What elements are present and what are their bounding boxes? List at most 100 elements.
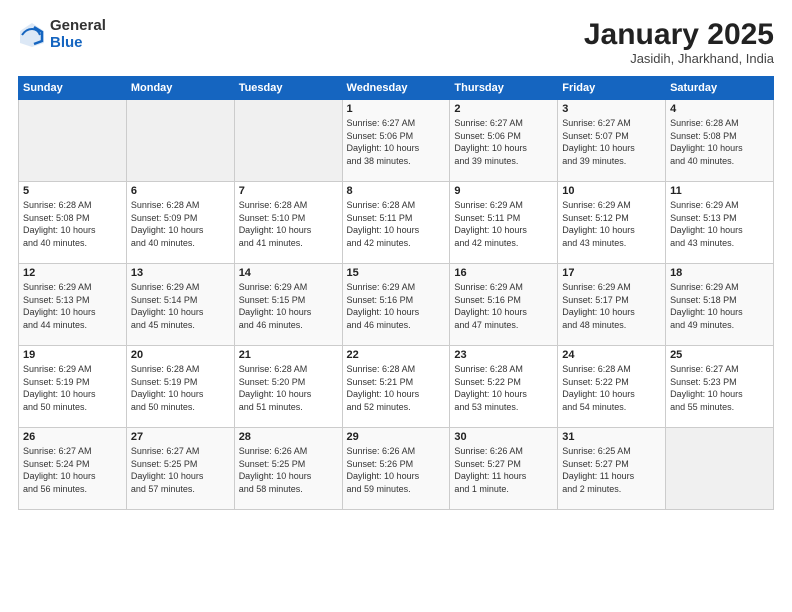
title-block: January 2025 Jasidih, Jharkhand, India <box>584 18 774 66</box>
calendar-cell-w4-d1: 20 Sunrise: 6:28 AM Sunset: 5:19 PM Dayli… <box>126 346 234 428</box>
day-number: 17 <box>562 267 661 279</box>
day-number: 1 <box>347 103 446 115</box>
day-number: 28 <box>239 431 338 443</box>
calendar-cell-w3-d1: 13Sunrise: 6:29 AM Sunset: 5:14 PM Dayli… <box>126 264 234 346</box>
day-info: Sunrise: 6:29 AM Sunset: 5:13 PM Dayligh… <box>670 199 769 249</box>
day-number: 8 <box>347 185 446 197</box>
day-number: 27 <box>131 431 230 443</box>
day-info: Sunrise: 6:28 AM Sunset: 5:22 PM Dayligh… <box>562 363 661 413</box>
day-info: Sunrise: 6:26 AM Sunset: 5:27 PM Dayligh… <box>454 445 553 495</box>
day-number: 12 <box>23 267 122 279</box>
day-number: 13 <box>131 267 230 279</box>
day-info: Sunrise: 6:28 AM Sunset: 5:21 PM Dayligh… <box>347 363 446 413</box>
header: General Blue January 2025 Jasidih, Jhark… <box>18 18 774 66</box>
day-info: Sunrise: 6:27 AM Sunset: 5:25 PM Dayligh… <box>131 445 230 495</box>
day-info: Sunrise: 6:28 AM Sunset: 5:09 PM Dayligh… <box>131 199 230 249</box>
day-info: Sunrise: 6:27 AM Sunset: 5:06 PM Dayligh… <box>347 117 446 167</box>
day-info: Sunrise: 6:29 AM Sunset: 5:17 PM Dayligh… <box>562 281 661 331</box>
calendar-cell-w2-d2: 7 Sunrise: 6:28 AM Sunset: 5:10 PM Daylig… <box>234 182 342 264</box>
day-number: 26 <box>23 431 122 443</box>
day-number: 14 <box>239 267 338 279</box>
page: General Blue January 2025 Jasidih, Jhark… <box>0 0 792 612</box>
day-info: Sunrise: 6:29 AM Sunset: 5:15 PM Dayligh… <box>239 281 338 331</box>
day-info: Sunrise: 6:28 AM Sunset: 5:08 PM Dayligh… <box>23 199 122 249</box>
day-number: 6 <box>131 185 230 197</box>
calendar-cell-w5-d6 <box>666 428 774 510</box>
day-number: 4 <box>670 103 769 115</box>
day-number: 15 <box>347 267 446 279</box>
calendar-cell-w4-d6: 25Sunrise: 6:27 AM Sunset: 5:23 PM Dayli… <box>666 346 774 428</box>
calendar-cell-w5-d4: 30 Sunrise: 6:26 AM Sunset: 5:27 PM Dayli… <box>450 428 558 510</box>
day-number: 31 <box>562 431 661 443</box>
col-sunday: Sunday <box>19 77 127 100</box>
day-info: Sunrise: 6:28 AM Sunset: 5:10 PM Dayligh… <box>239 199 338 249</box>
day-number: 21 <box>239 349 338 361</box>
day-info: Sunrise: 6:27 AM Sunset: 5:07 PM Dayligh… <box>562 117 661 167</box>
calendar-cell-w2-d1: 6 Sunrise: 6:28 AM Sunset: 5:09 PM Daylig… <box>126 182 234 264</box>
calendar-cell-w5-d5: 31 Sunrise: 6:25 AM Sunset: 5:27 PM Dayli… <box>558 428 666 510</box>
calendar-cell-w5-d0: 26 Sunrise: 6:27 AM Sunset: 5:24 PM Dayli… <box>19 428 127 510</box>
col-wednesday: Wednesday <box>342 77 450 100</box>
day-number: 18 <box>670 267 769 279</box>
day-info: Sunrise: 6:28 AM Sunset: 5:08 PM Dayligh… <box>670 117 769 167</box>
day-number: 30 <box>454 431 553 443</box>
day-number: 16 <box>454 267 553 279</box>
col-monday: Monday <box>126 77 234 100</box>
day-info: Sunrise: 6:29 AM Sunset: 5:16 PM Dayligh… <box>347 281 446 331</box>
calendar-cell-w3-d4: 16 Sunrise: 6:29 AM Sunset: 5:16 PM Dayli… <box>450 264 558 346</box>
day-info: Sunrise: 6:27 AM Sunset: 5:24 PM Dayligh… <box>23 445 122 495</box>
calendar-cell-w2-d0: 5Sunrise: 6:28 AM Sunset: 5:08 PM Daylig… <box>19 182 127 264</box>
day-info: Sunrise: 6:26 AM Sunset: 5:25 PM Dayligh… <box>239 445 338 495</box>
calendar-cell-w4-d5: 24 Sunrise: 6:28 AM Sunset: 5:22 PM Dayli… <box>558 346 666 428</box>
calendar-cell-w2-d3: 8 Sunrise: 6:28 AM Sunset: 5:11 PM Daylig… <box>342 182 450 264</box>
calendar-cell-w1-d0 <box>19 100 127 182</box>
day-info: Sunrise: 6:26 AM Sunset: 5:26 PM Dayligh… <box>347 445 446 495</box>
col-thursday: Thursday <box>450 77 558 100</box>
week-row-5: 26 Sunrise: 6:27 AM Sunset: 5:24 PM Dayli… <box>19 428 774 510</box>
day-info: Sunrise: 6:27 AM Sunset: 5:23 PM Dayligh… <box>670 363 769 413</box>
calendar-cell-w4-d4: 23Sunrise: 6:28 AM Sunset: 5:22 PM Dayli… <box>450 346 558 428</box>
day-number: 29 <box>347 431 446 443</box>
week-row-4: 19 Sunrise: 6:29 AM Sunset: 5:19 PM Dayli… <box>19 346 774 428</box>
day-number: 19 <box>23 349 122 361</box>
calendar-cell-w5-d2: 28 Sunrise: 6:26 AM Sunset: 5:25 PM Dayli… <box>234 428 342 510</box>
day-number: 7 <box>239 185 338 197</box>
day-info: Sunrise: 6:29 AM Sunset: 5:19 PM Dayligh… <box>23 363 122 413</box>
week-row-1: 1 Sunrise: 6:27 AM Sunset: 5:06 PM Daylig… <box>19 100 774 182</box>
week-row-3: 12 Sunrise: 6:29 AM Sunset: 5:13 PM Dayli… <box>19 264 774 346</box>
day-info: Sunrise: 6:27 AM Sunset: 5:06 PM Dayligh… <box>454 117 553 167</box>
day-info: Sunrise: 6:29 AM Sunset: 5:12 PM Dayligh… <box>562 199 661 249</box>
day-info: Sunrise: 6:28 AM Sunset: 5:11 PM Dayligh… <box>347 199 446 249</box>
day-number: 24 <box>562 349 661 361</box>
day-number: 20 <box>131 349 230 361</box>
day-info: Sunrise: 6:25 AM Sunset: 5:27 PM Dayligh… <box>562 445 661 495</box>
calendar-cell-w1-d2 <box>234 100 342 182</box>
day-info: Sunrise: 6:28 AM Sunset: 5:20 PM Dayligh… <box>239 363 338 413</box>
calendar-cell-w3-d3: 15 Sunrise: 6:29 AM Sunset: 5:16 PM Dayli… <box>342 264 450 346</box>
calendar-cell-w1-d6: 4 Sunrise: 6:28 AM Sunset: 5:08 PM Daylig… <box>666 100 774 182</box>
calendar-cell-w4-d2: 21 Sunrise: 6:28 AM Sunset: 5:20 PM Dayli… <box>234 346 342 428</box>
day-number: 10 <box>562 185 661 197</box>
col-saturday: Saturday <box>666 77 774 100</box>
day-info: Sunrise: 6:28 AM Sunset: 5:22 PM Dayligh… <box>454 363 553 413</box>
logo: General Blue <box>18 18 106 51</box>
calendar-cell-w1-d1 <box>126 100 234 182</box>
week-row-2: 5Sunrise: 6:28 AM Sunset: 5:08 PM Daylig… <box>19 182 774 264</box>
calendar-cell-w2-d5: 10 Sunrise: 6:29 AM Sunset: 5:12 PM Dayli… <box>558 182 666 264</box>
day-number: 9 <box>454 185 553 197</box>
calendar-cell-w1-d4: 2Sunrise: 6:27 AM Sunset: 5:06 PM Daylig… <box>450 100 558 182</box>
day-info: Sunrise: 6:29 AM Sunset: 5:13 PM Dayligh… <box>23 281 122 331</box>
calendar-cell-w1-d3: 1 Sunrise: 6:27 AM Sunset: 5:06 PM Daylig… <box>342 100 450 182</box>
calendar-cell-w3-d6: 18 Sunrise: 6:29 AM Sunset: 5:18 PM Dayli… <box>666 264 774 346</box>
day-info: Sunrise: 6:29 AM Sunset: 5:16 PM Dayligh… <box>454 281 553 331</box>
day-number: 11 <box>670 185 769 197</box>
day-info: Sunrise: 6:29 AM Sunset: 5:18 PM Dayligh… <box>670 281 769 331</box>
calendar-cell-w5-d1: 27 Sunrise: 6:27 AM Sunset: 5:25 PM Dayli… <box>126 428 234 510</box>
col-friday: Friday <box>558 77 666 100</box>
day-number: 3 <box>562 103 661 115</box>
calendar-cell-w3-d0: 12 Sunrise: 6:29 AM Sunset: 5:13 PM Dayli… <box>19 264 127 346</box>
calendar-cell-w2-d6: 11 Sunrise: 6:29 AM Sunset: 5:13 PM Dayli… <box>666 182 774 264</box>
day-info: Sunrise: 6:28 AM Sunset: 5:19 PM Dayligh… <box>131 363 230 413</box>
logo-icon <box>18 21 46 49</box>
calendar-cell-w1-d5: 3 Sunrise: 6:27 AM Sunset: 5:07 PM Daylig… <box>558 100 666 182</box>
